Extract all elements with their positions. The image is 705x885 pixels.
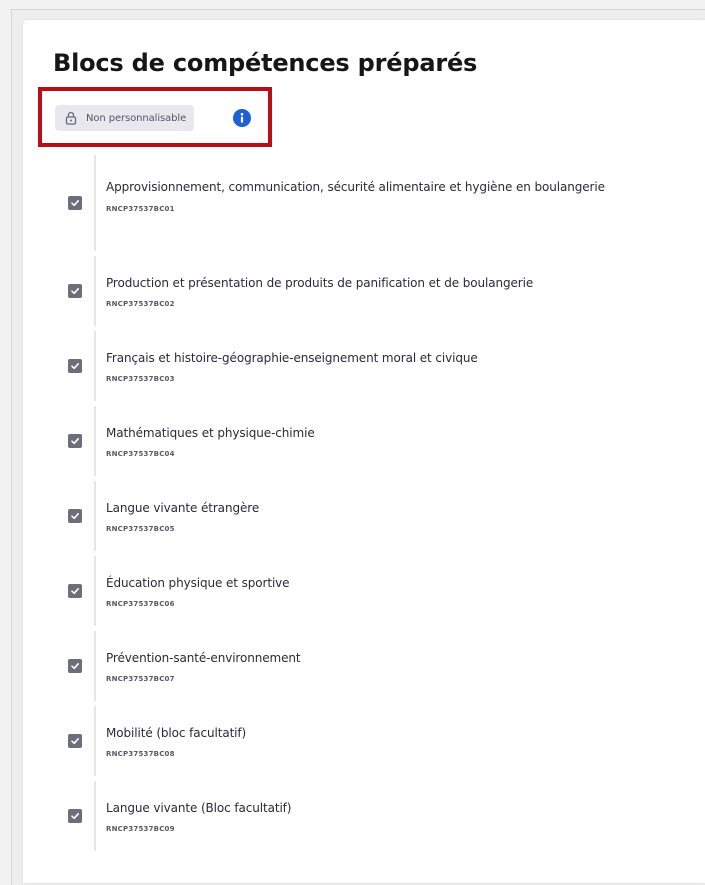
block-code: RNCP37537BC07 <box>106 675 175 683</box>
checkmark-icon <box>71 438 79 445</box>
block-label: Éducation physique et sportive <box>106 576 290 590</box>
block-content: Mobilité (bloc facultatif) RNCP37537BC08 <box>96 706 705 776</box>
checkbox-cell <box>56 706 96 776</box>
block-row: Français et histoire-géographie-enseigne… <box>56 331 705 401</box>
block-row: Langue vivante étrangère RNCP37537BC05 <box>56 481 705 551</box>
block-row: Éducation physique et sportive RNCP37537… <box>56 556 705 626</box>
checkbox-cell <box>56 631 96 701</box>
block-label: Français et histoire-géographie-enseigne… <box>106 351 478 365</box>
checkmark-icon <box>71 588 79 595</box>
checkmark-icon <box>71 288 79 295</box>
block-code: RNCP37537BC06 <box>106 600 175 608</box>
block-content: Approvisionnement, communication, sécuri… <box>96 155 705 251</box>
block-code: RNCP37537BC05 <box>106 525 175 533</box>
checkbox-cell <box>56 481 96 551</box>
block-label: Mobilité (bloc facultatif) <box>106 726 247 740</box>
block-checkbox[interactable] <box>68 809 82 823</box>
checkmark-icon <box>71 663 79 670</box>
checkbox-cell <box>56 406 96 476</box>
block-row: Approvisionnement, communication, sécuri… <box>56 155 705 251</box>
block-checkbox[interactable] <box>68 196 82 210</box>
block-content: Mathématiques et physique-chimie RNCP375… <box>96 406 705 476</box>
checkbox-cell <box>56 781 96 851</box>
block-checkbox[interactable] <box>68 434 82 448</box>
highlight-annotation <box>38 87 272 147</box>
checkmark-icon <box>71 513 79 520</box>
block-code: RNCP37537BC02 <box>106 300 175 308</box>
block-label: Mathématiques et physique-chimie <box>106 426 315 440</box>
checkbox-cell <box>56 331 96 401</box>
checkbox-cell <box>56 556 96 626</box>
block-row: Mobilité (bloc facultatif) RNCP37537BC08 <box>56 706 705 776</box>
block-code: RNCP37537BC08 <box>106 750 175 758</box>
checkmark-icon <box>71 738 79 745</box>
block-content: Prévention-santé-environnement RNCP37537… <box>96 631 705 701</box>
block-code: RNCP37537BC01 <box>106 205 175 213</box>
block-content: Éducation physique et sportive RNCP37537… <box>96 556 705 626</box>
block-label: Langue vivante (Bloc facultatif) <box>106 801 292 815</box>
block-row: Production et présentation de produits d… <box>56 256 705 326</box>
block-content: Langue vivante étrangère RNCP37537BC05 <box>96 481 705 551</box>
block-row: Prévention-santé-environnement RNCP37537… <box>56 631 705 701</box>
checkbox-cell <box>56 155 96 251</box>
block-checkbox[interactable] <box>68 659 82 673</box>
checkmark-icon <box>71 813 79 820</box>
checkmark-icon <box>71 363 79 370</box>
block-checkbox[interactable] <box>68 509 82 523</box>
block-label: Langue vivante étrangère <box>106 501 260 515</box>
block-code: RNCP37537BC09 <box>106 825 175 833</box>
block-label: Production et présentation de produits d… <box>106 276 534 290</box>
block-code: RNCP37537BC04 <box>106 450 175 458</box>
section-title: Blocs de compétences préparés <box>53 49 478 77</box>
block-label: Approvisionnement, communication, sécuri… <box>106 180 605 194</box>
block-label: Prévention-santé-environnement <box>106 651 301 665</box>
checkmark-icon <box>71 200 79 207</box>
block-checkbox[interactable] <box>68 284 82 298</box>
block-content: Production et présentation de produits d… <box>96 256 705 326</box>
block-checkbox[interactable] <box>68 734 82 748</box>
block-checkbox[interactable] <box>68 359 82 373</box>
block-row: Mathématiques et physique-chimie RNCP375… <box>56 406 705 476</box>
block-content: Français et histoire-géographie-enseigne… <box>96 331 705 401</box>
block-content: Langue vivante (Bloc facultatif) RNCP375… <box>96 781 705 851</box>
block-row: Langue vivante (Bloc facultatif) RNCP375… <box>56 781 705 851</box>
block-code: RNCP37537BC03 <box>106 375 175 383</box>
checkbox-cell <box>56 256 96 326</box>
block-checkbox[interactable] <box>68 584 82 598</box>
blocks-list: Approvisionnement, communication, sécuri… <box>56 155 705 856</box>
